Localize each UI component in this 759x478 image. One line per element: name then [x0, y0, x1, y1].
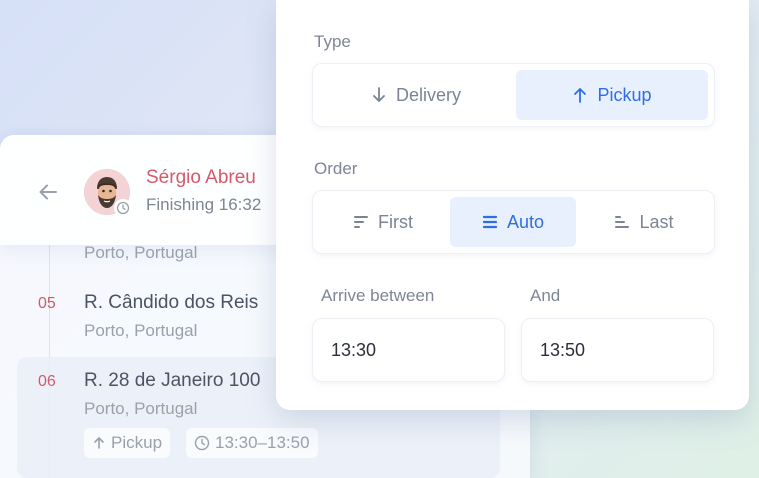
- stop-street[interactable]: R. 28 de Janeiro 100: [84, 370, 260, 392]
- stop-number: 06: [38, 373, 56, 390]
- arrow-left-icon: [39, 184, 57, 200]
- order-auto-label: Auto: [506, 211, 545, 232]
- align-last-icon: [615, 216, 630, 228]
- stop-city: Porto, Portugal: [84, 399, 198, 418]
- stop-options-popover: Type Delivery Pickup Order First Auto La…: [276, 0, 749, 410]
- order-segmented-control: First Auto Last: [312, 190, 715, 254]
- stop-type-label: Pickup: [111, 433, 163, 452]
- arrow-up-icon: [574, 88, 587, 103]
- type-delivery-label: Delivery: [395, 84, 461, 105]
- order-first-button[interactable]: First: [319, 197, 447, 247]
- arrow-down-icon: [373, 87, 385, 102]
- order-auto-button[interactable]: Auto: [450, 197, 576, 247]
- avatar-status-badge: [114, 199, 132, 217]
- clock-icon: [116, 201, 130, 215]
- order-last-button[interactable]: Last: [580, 197, 708, 247]
- arrive-from-time-input[interactable]: [312, 318, 505, 382]
- arrive-between-label: Arrive between: [321, 286, 435, 305]
- order-last-label: Last: [639, 211, 674, 232]
- stop-street[interactable]: R. Cândido dos Reis: [84, 292, 258, 314]
- type-delivery-button[interactable]: Delivery: [319, 70, 513, 120]
- arrive-to-time-input[interactable]: [521, 318, 714, 382]
- avatar: [84, 169, 132, 217]
- type-pickup-button[interactable]: Pickup: [516, 70, 708, 120]
- type-label: Type: [314, 32, 351, 51]
- align-first-icon: [354, 216, 368, 228]
- stop-city: Porto, Portugal: [84, 321, 198, 340]
- clock-icon: [194, 435, 210, 451]
- back-button[interactable]: [34, 178, 62, 206]
- order-first-label: First: [378, 211, 413, 232]
- driver-status: Finishing 16:32: [146, 195, 262, 214]
- stop-type-chip: Pickup: [84, 428, 171, 458]
- align-auto-icon: [482, 215, 498, 229]
- order-label: Order: [314, 159, 358, 178]
- type-segmented-control: Delivery Pickup: [312, 63, 715, 127]
- type-pickup-label: Pickup: [597, 84, 652, 105]
- stop-time-chip: 13:30–13:50: [186, 428, 318, 458]
- stop-time-label: 13:30–13:50: [215, 433, 310, 452]
- arrow-up-icon: [94, 437, 104, 449]
- driver-name: Sérgio Abreu: [146, 167, 256, 188]
- and-label: And: [530, 286, 561, 305]
- stop-number: 05: [38, 295, 56, 312]
- stop-city: Porto, Portugal: [84, 243, 198, 262]
